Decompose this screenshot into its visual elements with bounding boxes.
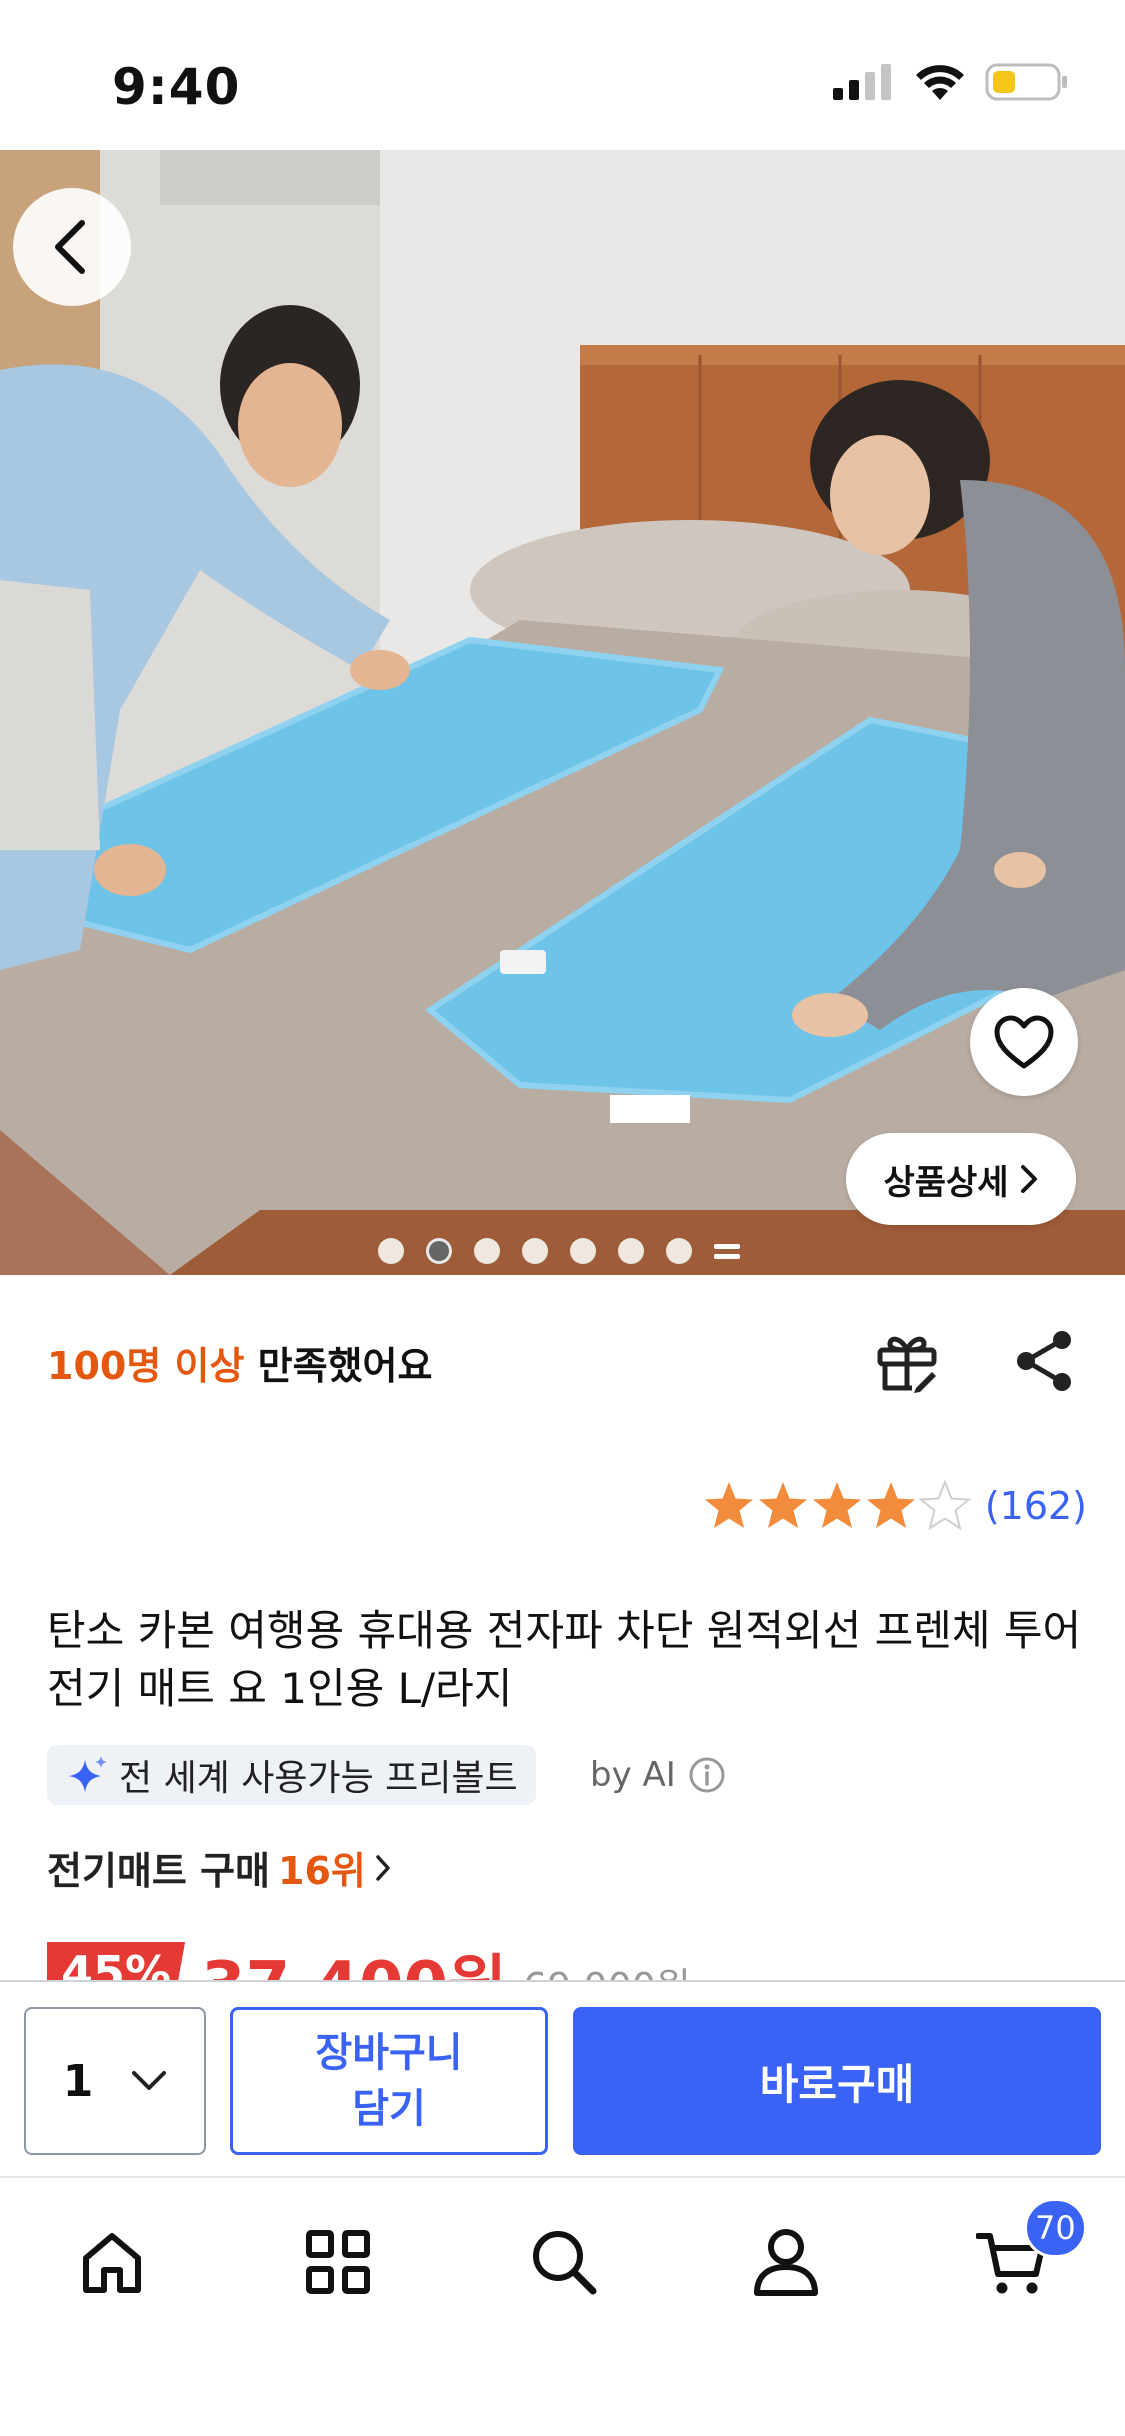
rank-category: 전기매트 구매 (47, 1849, 270, 1893)
quantity-value: 1 (62, 2055, 94, 2107)
ai-feature-tag: 전 세계 사용가능 프리볼트 (47, 1745, 536, 1805)
satisfaction-highlight: 100명 이상 (47, 1344, 245, 1388)
sparkle-icon (69, 1756, 107, 1792)
chevron-left-icon (55, 220, 85, 274)
carousel-dot[interactable] (570, 1238, 596, 1264)
carousel-dot[interactable] (378, 1238, 404, 1264)
buy-now-button[interactable]: 바로구매 (573, 2007, 1101, 2155)
carousel-dot[interactable] (522, 1238, 548, 1264)
battery-icon (985, 63, 1067, 101)
product-photo (0, 150, 1125, 1275)
carousel-dot[interactable] (474, 1238, 500, 1264)
chevron-right-icon (376, 1854, 390, 1881)
carousel-indicator (378, 1238, 740, 1264)
tab-my-page[interactable] (746, 2222, 826, 2302)
ai-feature-label: 전 세계 사용가능 프리볼트 (119, 1758, 518, 1799)
grid-icon (306, 2230, 370, 2294)
tab-categories[interactable] (298, 2222, 378, 2302)
status-bar: 9:40 (0, 0, 1125, 150)
product-title: 탄소 카본 여행용 휴대용 전자파 차단 원적외선 프렌체 투어 전기 매트 요… (47, 1606, 1082, 1713)
carousel-dot[interactable] (666, 1238, 692, 1264)
home-icon (83, 2233, 141, 2293)
review-count[interactable]: (162) (985, 1484, 1087, 1528)
add-to-cart-label-line1: 장바구니 (315, 2030, 463, 2076)
carousel-dot-active[interactable] (426, 1238, 452, 1264)
user-icon (754, 2229, 818, 2296)
share-icon[interactable] (1010, 1326, 1080, 1396)
product-image-carousel[interactable] (0, 150, 1125, 1275)
heart-icon (994, 1015, 1054, 1069)
add-to-cart-label-line2: 담기 (352, 2086, 426, 2132)
tab-search[interactable] (524, 2222, 604, 2302)
purchase-bar: 1 장바구니 담기 바로구매 (0, 1980, 1125, 2178)
product-detail-button[interactable]: 상품상세 (846, 1133, 1076, 1225)
product-detail-label: 상품상세 (883, 1162, 1009, 1203)
price-row: 45% 37,400원 69,000원 (47, 1942, 1087, 1980)
original-price: 69,000원 (523, 1956, 691, 1980)
sale-price: 37,400원 (201, 1942, 507, 1980)
satisfaction-rest: 만족했어요 (244, 1344, 433, 1388)
by-ai[interactable]: by AI (590, 1755, 726, 1795)
bottom-tab-bar (0, 2178, 1125, 2436)
wifi-icon (916, 65, 964, 100)
carousel-more-icon[interactable] (714, 1238, 740, 1264)
by-ai-label: by AI (590, 1755, 676, 1795)
back-button[interactable] (13, 188, 131, 306)
info-icon[interactable] (688, 1756, 726, 1794)
cart-count-badge: 70 (1024, 2198, 1087, 2258)
rating[interactable]: (162) (703, 1480, 1087, 1532)
add-to-cart-button[interactable]: 장바구니 담기 (230, 2007, 548, 2155)
status-icons (833, 62, 1069, 102)
quantity-select[interactable]: 1 (24, 2007, 206, 2155)
carousel-dot[interactable] (618, 1238, 644, 1264)
gift-icon[interactable] (872, 1326, 942, 1396)
rank-position: 16위 (278, 1849, 366, 1893)
satisfaction-text: 100명 이상 만족했어요 (47, 1335, 432, 1390)
star-rating-icon (704, 1481, 970, 1529)
search-icon (533, 2231, 597, 2295)
tab-home[interactable] (72, 2222, 152, 2302)
cellular-signal-icon (833, 64, 891, 100)
chevron-down-icon (132, 2071, 167, 2090)
status-time: 9:40 (112, 58, 241, 116)
wishlist-button[interactable] (970, 988, 1078, 1096)
discount-badge: 45% (47, 1942, 186, 1980)
category-rank[interactable]: 전기매트 구매 16위 (47, 1840, 392, 1895)
chevron-right-icon (1020, 1165, 1037, 1193)
